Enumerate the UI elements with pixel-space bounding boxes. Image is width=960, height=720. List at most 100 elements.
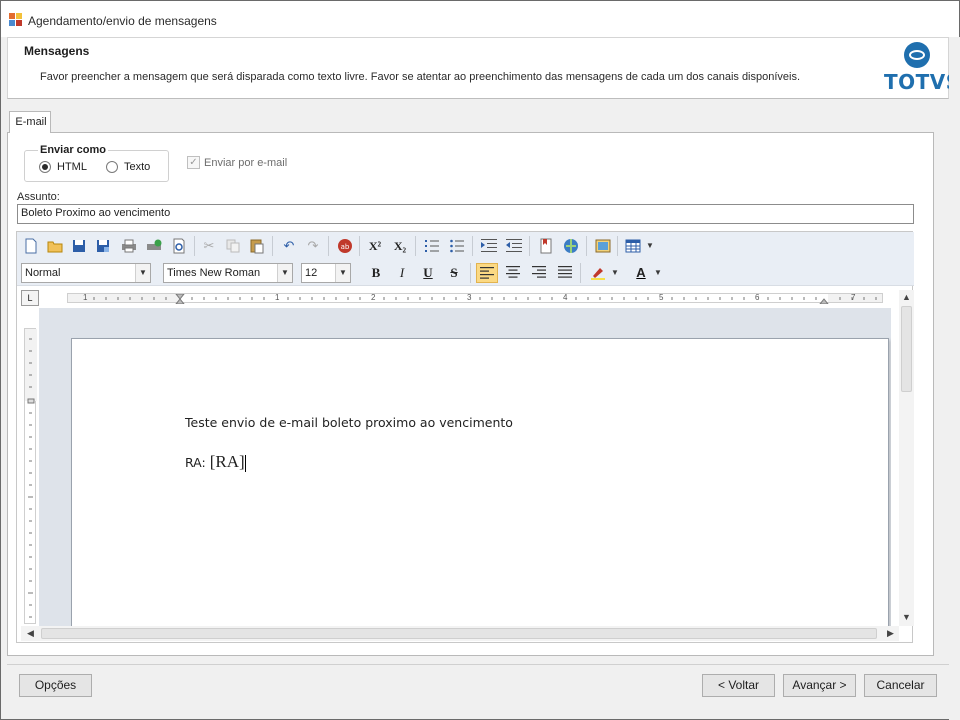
cut-icon[interactable]: ✂: [198, 236, 220, 256]
back-button[interactable]: < Voltar: [702, 674, 775, 697]
redo-icon[interactable]: ↷: [302, 236, 324, 256]
radio-text-label[interactable]: Texto: [124, 161, 150, 173]
toolbar-separator: [415, 236, 416, 256]
toolbar-separator: [580, 263, 581, 283]
ruler-number: 5: [659, 293, 664, 302]
scroll-down-icon[interactable]: ▼: [902, 612, 911, 622]
align-right-icon[interactable]: [528, 263, 550, 283]
tab-email-label: E-mail: [15, 116, 47, 128]
superscript-button[interactable]: X²: [364, 236, 386, 256]
strikethrough-button[interactable]: S: [443, 263, 465, 283]
radio-html-label[interactable]: HTML: [57, 161, 87, 173]
logo-text: TOTVS: [884, 70, 960, 94]
subscript-button[interactable]: X₂: [389, 236, 411, 256]
ra-merge-field[interactable]: [RA]: [210, 452, 245, 471]
paragraph-style-select[interactable]: Normal ▼: [21, 263, 151, 283]
svg-text:ab: ab: [341, 243, 350, 251]
font-color-dropdown-icon[interactable]: ▼: [652, 263, 664, 283]
justify-icon[interactable]: [554, 263, 576, 283]
ruler-number: 1: [275, 293, 280, 302]
toolbar-separator: [194, 236, 195, 256]
window-title: Agendamento/envio de mensagens: [28, 14, 217, 28]
font-size-value: 12: [305, 267, 318, 279]
tab-stop-selector[interactable]: L: [21, 290, 39, 306]
page-title: Mensagens: [24, 44, 90, 58]
font-color-button[interactable]: A: [630, 263, 652, 283]
subject-input[interactable]: Boleto Proximo ao vencimento: [17, 204, 914, 224]
ruler-ticks: [93, 294, 877, 304]
insert-image-icon[interactable]: [592, 236, 614, 256]
chevron-down-icon[interactable]: ▼: [277, 264, 292, 282]
decrease-indent-icon[interactable]: [503, 236, 525, 256]
next-button[interactable]: Avançar >: [783, 674, 856, 697]
header-panel: Mensagens Favor preencher a mensagem que…: [7, 37, 960, 99]
highlight-icon[interactable]: [587, 263, 609, 283]
radio-text[interactable]: [106, 161, 118, 173]
scroll-up-icon[interactable]: ▲: [902, 292, 911, 302]
tab-panel-email: Enviar como HTML Texto ✓ Enviar por e-ma…: [7, 132, 934, 656]
underline-button[interactable]: U: [417, 263, 439, 283]
app-window: Agendamento/envio de mensagens Mensagens…: [0, 0, 960, 720]
paragraph-style-value: Normal: [25, 267, 61, 279]
save-as-icon[interactable]: [92, 236, 114, 256]
send-as-title: Enviar como: [38, 144, 109, 156]
vertical-ruler[interactable]: [24, 328, 37, 624]
document-paragraph[interactable]: RA: [RA]: [185, 452, 246, 472]
table-dropdown-icon[interactable]: ▼: [643, 236, 657, 256]
horizontal-scrollbar[interactable]: ◀ ▶: [21, 626, 899, 641]
numbered-list-icon[interactable]: [421, 236, 443, 256]
document-canvas[interactable]: Teste envio de e-mail boleto proximo ao …: [39, 308, 891, 626]
save-icon[interactable]: [68, 236, 90, 256]
send-as-group: Enviar como HTML Texto: [24, 144, 169, 182]
align-center-icon[interactable]: [502, 263, 524, 283]
send-email-checkbox[interactable]: ✓: [187, 156, 200, 169]
vertical-scroll-thumb[interactable]: [901, 306, 912, 392]
bookmark-icon[interactable]: [535, 236, 557, 256]
scroll-right-icon[interactable]: ▶: [887, 628, 894, 639]
toolbar-separator: [470, 263, 471, 283]
paste-icon[interactable]: [246, 236, 268, 256]
document-page[interactable]: Teste envio de e-mail boleto proximo ao …: [71, 338, 889, 626]
font-family-select[interactable]: Times New Roman ▼: [163, 263, 293, 283]
print-icon[interactable]: [118, 236, 140, 256]
rich-text-editor: ✂ ↶ ↷ ab X² X₂ ▼ Normal ▼ Times New Roma…: [16, 231, 914, 643]
tab-email[interactable]: E-mail: [9, 111, 51, 133]
radio-html[interactable]: [39, 161, 51, 173]
cancel-button[interactable]: Cancelar: [864, 674, 937, 697]
highlight-dropdown-icon[interactable]: ▼: [609, 263, 621, 283]
print-preview-icon[interactable]: [168, 236, 190, 256]
scroll-left-icon[interactable]: ◀: [27, 628, 34, 639]
horizontal-scroll-thumb[interactable]: [41, 628, 877, 639]
open-folder-icon[interactable]: [44, 236, 66, 256]
toolbar-separator: [328, 236, 329, 256]
editor-toolbar-main: ✂ ↶ ↷ ab X² X₂ ▼: [17, 232, 914, 260]
copy-icon[interactable]: [222, 236, 244, 256]
insert-table-icon[interactable]: [622, 236, 644, 256]
italic-button[interactable]: I: [391, 263, 413, 283]
bullet-list-icon[interactable]: [446, 236, 468, 256]
undo-icon[interactable]: ↶: [278, 236, 300, 256]
document-paragraph[interactable]: Teste envio de e-mail boleto proximo ao …: [185, 415, 513, 430]
align-left-icon[interactable]: [476, 263, 498, 283]
send-email-label: Enviar por e-mail: [204, 157, 288, 169]
spell-check-icon[interactable]: ab: [334, 236, 356, 256]
quick-print-icon[interactable]: [143, 236, 165, 256]
hyperlink-icon[interactable]: [560, 236, 582, 256]
totvs-logo: TOTVS: [884, 40, 960, 96]
subject-label: Assunto:: [17, 191, 60, 203]
background-window-edge: [949, 37, 960, 720]
bold-button[interactable]: B: [365, 263, 387, 283]
toolbar-separator: [586, 236, 587, 256]
vertical-scrollbar[interactable]: ▲ ▼: [899, 290, 914, 626]
font-size-select[interactable]: 12 ▼: [301, 263, 351, 283]
horizontal-ruler[interactable]: 1 1 2 3 4 5 6 7: [67, 293, 883, 304]
toolbar-separator: [272, 236, 273, 256]
chevron-down-icon[interactable]: ▼: [135, 264, 150, 282]
toolbar-separator: [529, 236, 530, 256]
new-document-icon[interactable]: [20, 236, 42, 256]
font-family-value: Times New Roman: [167, 267, 261, 279]
increase-indent-icon[interactable]: [478, 236, 500, 256]
chevron-down-icon[interactable]: ▼: [335, 264, 350, 282]
options-button[interactable]: Opções: [19, 674, 92, 697]
title-bar: Agendamento/envio de mensagens: [1, 1, 959, 37]
